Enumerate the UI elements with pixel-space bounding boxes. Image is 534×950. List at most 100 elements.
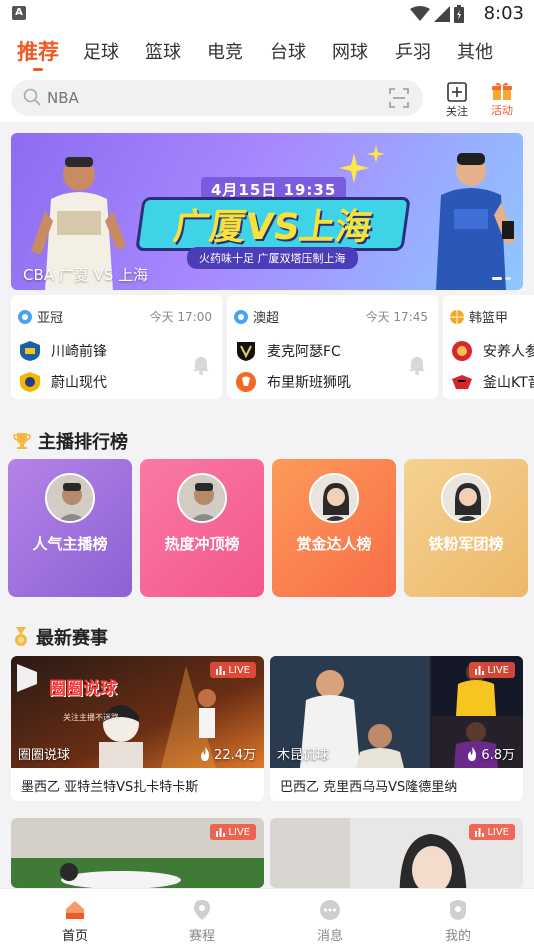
thumbnail-overlay-text: 圈圈说球 <box>49 679 117 699</box>
live-bars-icon <box>216 665 226 675</box>
avatar <box>309 473 359 523</box>
live-badge: LIVE <box>469 824 515 840</box>
live-badge: LIVE <box>210 824 256 840</box>
team-logo-icon <box>237 342 255 361</box>
search-row: 关注 活动 <box>0 78 534 122</box>
search-icon <box>23 88 41 106</box>
rank-card-label: 人气主播榜 <box>32 535 108 553</box>
signal-icon <box>434 6 450 22</box>
away-team-name: 釜山KT音 <box>483 375 534 391</box>
wifi-icon <box>410 6 430 21</box>
latest-section-title: 最新赛事 <box>12 624 108 650</box>
home-icon <box>66 901 84 919</box>
away-team-name: 布里斯班狮吼 <box>267 375 351 391</box>
chat-icon <box>320 900 340 920</box>
live-bars-icon <box>475 827 485 837</box>
rank-card-popular[interactable]: 人气主播榜 <box>8 459 132 597</box>
nav-schedule-label: 赛程 <box>188 929 215 944</box>
promo-banner[interactable]: 4月15日 19:35 广厦VS上海 火药味十足 广厦双塔压制上海 CBA 广夏… <box>11 133 523 290</box>
bell-icon[interactable] <box>192 355 210 375</box>
ranking-title: 主播排行榜 <box>38 432 128 453</box>
tab-recommend[interactable]: 推荐 <box>17 36 59 66</box>
tab-billiards[interactable]: 台球 <box>270 38 306 64</box>
ranking-section-title: 主播排行榜 <box>12 428 128 454</box>
rank-card-label: 赏金达人榜 <box>296 535 372 553</box>
streamer-name: 木昆侃球 <box>277 748 330 763</box>
team-logo-icon <box>452 341 472 361</box>
live-card[interactable]: LIVE <box>11 818 264 888</box>
gift-icon <box>492 82 512 100</box>
live-card[interactable]: LIVE <box>270 818 523 888</box>
home-team-name: 川崎前锋 <box>51 344 107 360</box>
tab-basketball[interactable]: 篮球 <box>145 38 181 64</box>
nav-profile[interactable]: 我的 <box>428 899 488 944</box>
follow-label: 关注 <box>446 105 468 118</box>
tab-others[interactable]: 其他 <box>457 38 493 64</box>
banner-caption: CBA 广夏 VS 上海 <box>23 266 149 284</box>
thumbnail-overlay-subtext: 关注主播不迷路 <box>63 713 119 722</box>
home-team: 麦克阿瑟FC <box>235 340 341 362</box>
rank-card-fans[interactable]: 铁粉军团榜 <box>404 459 528 597</box>
live-badge: LIVE <box>469 662 515 678</box>
nav-home[interactable]: 首页 <box>45 899 105 944</box>
rank-card-bounty[interactable]: 赏金达人榜 <box>272 459 396 597</box>
live-card[interactable]: 圈圈说球 关注主播不迷路 LIVE 圈圈说球 22.4万 墨西乙 亚特兰特VS扎… <box>11 656 264 801</box>
tab-football[interactable]: 足球 <box>83 38 119 64</box>
basketball-icon <box>450 309 464 324</box>
match-time: 今天 17:00 <box>149 310 212 324</box>
home-team-name: 安养人参 <box>483 344 534 360</box>
match-card[interactable]: 韩篮甲 安养人参 釜山KT音 <box>443 295 534 399</box>
follow-button[interactable]: 关注 <box>442 80 472 119</box>
tab-tennis[interactable]: 网球 <box>332 38 368 64</box>
streamer-name: 圈圈说球 <box>18 748 71 763</box>
tab-esports[interactable]: 电竞 <box>207 38 243 64</box>
activity-button[interactable]: 活动 <box>487 80 517 118</box>
trophy-icon <box>13 433 31 449</box>
home-team: 安养人参 <box>451 340 534 362</box>
team-logo-icon <box>236 372 256 392</box>
avatar <box>177 473 227 523</box>
heat-count: 22.4万 <box>199 744 256 763</box>
match-card[interactable]: 亚冠 今天 17:00 川崎前锋 蔚山现代 <box>11 295 222 399</box>
profile-icon <box>450 900 466 920</box>
nav-profile-label: 我的 <box>444 929 471 944</box>
star-icon <box>367 145 385 163</box>
clock: 8:03 <box>483 3 524 24</box>
match-card[interactable]: 澳超 今天 17:45 麦克阿瑟FC 布里斯班狮吼 <box>227 295 438 399</box>
match-time: 今天 17:45 <box>365 310 428 324</box>
avatar <box>441 473 491 523</box>
search-input[interactable] <box>47 80 367 116</box>
battery-icon <box>454 5 464 23</box>
player-right-image <box>436 153 516 290</box>
banner-subtitle: 火药味十足 广厦双塔压制上海 <box>187 247 358 269</box>
category-tabs: 推荐 足球 篮球 电竞 台球 网球 乒羽 其他 <box>0 28 534 78</box>
avatar <box>45 473 95 523</box>
nav-schedule[interactable]: 赛程 <box>172 899 232 944</box>
location-pin-icon <box>194 900 210 920</box>
football-icon <box>234 309 248 324</box>
match-title: 巴西乙 克里西乌马VS隆德里纳 <box>280 780 458 795</box>
away-team: 布里斯班狮吼 <box>235 371 351 393</box>
rank-card-label: 热度冲顶榜 <box>164 535 240 553</box>
rank-card-trending[interactable]: 热度冲顶榜 <box>140 459 264 597</box>
star-icon <box>339 153 369 183</box>
fire-icon <box>468 746 477 761</box>
scan-icon[interactable] <box>389 88 409 108</box>
activity-label: 活动 <box>491 104 513 117</box>
league-name: 澳超 <box>253 311 280 326</box>
heat-count: 6.8万 <box>466 744 515 763</box>
search-bar[interactable] <box>11 80 423 116</box>
bottom-navigation: 首页 赛程 消息 我的 <box>0 888 534 950</box>
bell-icon[interactable] <box>408 355 426 375</box>
nav-messages[interactable]: 消息 <box>300 899 360 944</box>
away-team-name: 蔚山现代 <box>51 375 107 391</box>
team-logo-icon <box>20 372 40 392</box>
active-tab-indicator <box>33 68 43 71</box>
tab-table-tennis-badminton[interactable]: 乒羽 <box>395 38 431 64</box>
status-bar: A 8:03 <box>0 0 534 28</box>
banner-headline: 广厦VS上海 <box>135 197 411 251</box>
away-team: 蔚山现代 <box>19 371 107 393</box>
live-card[interactable]: LIVE 木昆侃球 6.8万 巴西乙 克里西乌马VS隆德里纳 <box>270 656 523 801</box>
league-name: 韩篮甲 <box>469 311 509 326</box>
team-logo-icon <box>20 341 40 361</box>
